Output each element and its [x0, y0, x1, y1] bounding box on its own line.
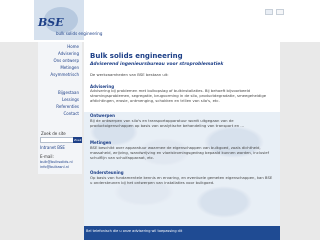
nav-home[interactable]: Home: [67, 44, 79, 49]
section-advisering-text: Advisering bij problemen met bulkopslag …: [90, 88, 267, 103]
logo[interactable]: BSE: [38, 16, 64, 29]
section-ontwerpen-text: Bij de ontwerpen van silo's en transport…: [90, 118, 244, 128]
search-input[interactable]: [40, 137, 74, 143]
section-ondersteuning-text: Op basis van fundamentele kennis en erva…: [90, 175, 273, 185]
nav-contact[interactable]: Contact: [63, 111, 79, 116]
page-title: Bulk solids engineering: [90, 52, 183, 60]
nav-referenties[interactable]: Referenties: [56, 104, 79, 109]
flag-nl-icon[interactable]: [265, 9, 273, 15]
flag-en-icon[interactable]: [276, 9, 284, 15]
email-link-1[interactable]: bulk@bulksolids.nl: [40, 160, 73, 164]
nav-metingen[interactable]: Metingen: [60, 65, 79, 70]
intro-text: De werkzaamheden van BSE bestaan uit:: [90, 72, 169, 77]
footer-text: Bel telefonisch die u onze advisering wi…: [86, 229, 183, 233]
nav-asymmetrisch[interactable]: Asymmetrisch: [50, 72, 79, 77]
email-label: E-mail:: [40, 154, 54, 159]
nav-ons-ontwerp[interactable]: Ons ontwerp: [53, 58, 79, 63]
nav-advisering[interactable]: Advisering: [58, 51, 79, 56]
page-subtitle: Adviserend ingenieursbureau voor stropro…: [90, 62, 224, 67]
language-switch: [265, 9, 284, 15]
page: BSE bulk solids engineering Home Adviser…: [0, 0, 320, 240]
main-content: Bulk solids engineering Adviserend ingen…: [84, 42, 280, 232]
section-metingen-text: BSE beschikt over apparatuur waarmee de …: [90, 145, 269, 160]
nav-lessings[interactable]: Lessings: [62, 97, 79, 102]
header: BSE bulk solids engineering: [0, 0, 320, 42]
nav-bijgestaan[interactable]: Bijgestaan: [58, 90, 79, 95]
footer-bar: Bel telefonisch die u onze advisering wi…: [84, 226, 280, 240]
email-link-2[interactable]: info@bulkasnl.nl: [40, 165, 69, 169]
search-button[interactable]: Zoek: [73, 137, 83, 143]
intranet-link[interactable]: Intranet BSE: [40, 145, 65, 150]
logo-tagline: bulk solids engineering: [56, 31, 103, 36]
search-label: Zoek de site: [41, 131, 66, 136]
sidebar: Home Advisering Ons ontwerp Metingen Asy…: [38, 42, 83, 174]
